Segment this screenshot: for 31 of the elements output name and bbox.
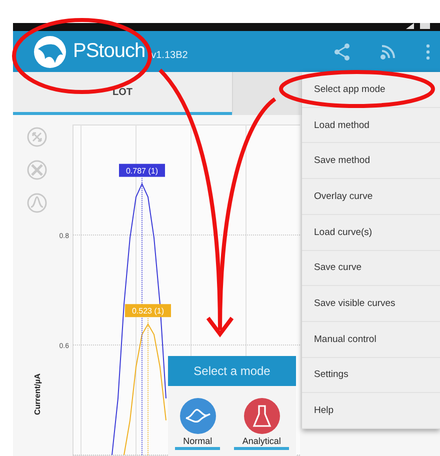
signal-waves-icon[interactable] (380, 44, 396, 60)
expand-icon[interactable] (27, 127, 47, 147)
app-logo-icon (33, 34, 67, 68)
menu-item[interactable]: Select app mode (302, 72, 440, 108)
menu-item[interactable]: Manual control (302, 322, 440, 358)
share-icon[interactable] (334, 42, 350, 60)
tab[interactable] (232, 72, 300, 115)
menu-item[interactable]: Settings (302, 358, 440, 394)
y-axis-label: Current/µA (33, 374, 42, 415)
flask-icon[interactable] (244, 398, 280, 434)
menu-item[interactable]: Save method (302, 143, 440, 180)
mode-label[interactable]: Normal (175, 436, 220, 450)
battery-icon (420, 23, 430, 29)
overflow-menu-icon[interactable] (426, 44, 430, 60)
peak-label: 0.523 (1) (125, 304, 171, 318)
dialog-title: Select a mode (168, 356, 296, 386)
annotation: 0.523 (1) (132, 306, 164, 316)
menu-item[interactable]: Overlay curve (302, 179, 440, 215)
mode-label[interactable]: Analytical (234, 436, 289, 450)
signal-icon (406, 23, 414, 29)
app-title: PStouch (73, 40, 146, 63)
voltammogram-icon[interactable] (180, 398, 216, 434)
peak-icon[interactable] (27, 193, 47, 213)
peak-label: 0.787 (1) (119, 164, 165, 177)
menu-item[interactable]: Load method (302, 108, 440, 144)
menu-item[interactable]: Load curve(s) (302, 214, 440, 251)
menu-item[interactable]: Help (302, 393, 440, 430)
annotation: 0.787 (1) (126, 166, 158, 176)
menu-item[interactable]: Save visible curves (302, 286, 440, 322)
tools-icon[interactable] (27, 160, 47, 180)
menu-item[interactable]: Save curve (302, 250, 440, 286)
